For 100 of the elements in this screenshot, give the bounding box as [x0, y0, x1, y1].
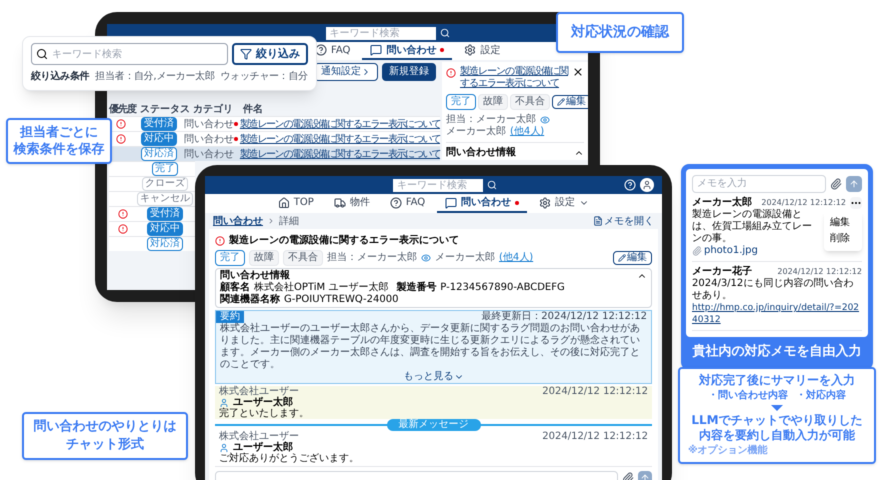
- subject-link[interactable]: 製造レーンの電源設備に関するエラー表示について: [240, 116, 440, 132]
- memo-link[interactable]: メモを開く: [593, 214, 654, 228]
- condition-text: 担当者：自分,メーカー太郎: [95, 70, 214, 84]
- memo-time: 2024/12/12 12:12:12: [777, 266, 862, 278]
- memo-caption: 貴社内の対応メモを自由入力: [692, 342, 862, 361]
- attachment-link[interactable]: photo1.jpg: [704, 245, 758, 257]
- user-name: ユーザー太郎: [233, 397, 293, 408]
- breadcrumb-link[interactable]: 問い合わせ: [213, 214, 263, 228]
- action-button[interactable]: 通知設定: [314, 63, 378, 81]
- table-row[interactable]: 対応中 問い合わせ 製造レーンの電源設備に関するエラー表示について: [109, 131, 440, 146]
- action-button[interactable]: 新規登録: [382, 63, 436, 81]
- nav-tab[interactable]: TOP: [270, 194, 322, 213]
- field-value: G-POIUYTREWQ-24000: [284, 294, 398, 306]
- nav-tab[interactable]: FAQ: [307, 42, 358, 60]
- table-row[interactable]: キャンセル: [109, 191, 195, 206]
- nav-tab[interactable]: 問い合わせ: [437, 194, 528, 213]
- table-row[interactable]: 対応中: [109, 221, 195, 236]
- watchers-text: メーカー太郎: [435, 253, 495, 263]
- status-badge: 対応中: [140, 132, 177, 146]
- message-text: 完了といたします。: [219, 408, 310, 419]
- eye-icon: [540, 115, 550, 125]
- alert-icon: [446, 68, 456, 78]
- status-badge: キャンセル: [137, 192, 193, 206]
- tag: 故障: [478, 94, 508, 110]
- detail-title: 製造レーンの電源設備に関するエラー表示について: [229, 234, 459, 248]
- message-time: 2024/12/12 12:12:12: [542, 431, 648, 442]
- close-icon[interactable]: [572, 66, 584, 78]
- home-icon: [278, 196, 290, 208]
- status-badge: 完了: [152, 162, 178, 176]
- conditions-label: 絞り込み条件: [31, 69, 90, 84]
- callout-item: ・問い合わせ内容: [708, 388, 788, 403]
- status-badge: クローズ: [142, 177, 188, 191]
- alert-icon: [215, 236, 225, 246]
- table-row[interactable]: クローズ: [109, 176, 195, 191]
- column-header: カテゴリ: [193, 102, 234, 116]
- callout-item: ・対応内容: [796, 388, 846, 403]
- search-icon[interactable]: [487, 180, 497, 190]
- company-name: 株式会社ユーザー: [219, 386, 299, 397]
- message-text: ご対応ありがとうございます。: [219, 453, 360, 464]
- watchers-link[interactable]: (他4人): [510, 126, 544, 138]
- edit-button[interactable]: 編集: [613, 251, 652, 265]
- search-icon[interactable]: [440, 28, 450, 38]
- assignee-text: 担当：メーカー太郎: [327, 253, 417, 263]
- menu-item[interactable]: 削除: [824, 231, 862, 247]
- keyword-field[interactable]: キーワード検索: [52, 46, 223, 62]
- callout-title: 対応完了後にサマリーを入力: [699, 373, 855, 388]
- memo-author: メーカー花子: [692, 266, 752, 278]
- pencil-icon: [618, 254, 626, 262]
- watchers-text: メーカー太郎: [446, 126, 506, 138]
- detail-title-link[interactable]: 製造レーンの電源設備に関するエラー表示について: [460, 66, 568, 90]
- nav-tab[interactable]: 設定: [456, 42, 508, 60]
- memo-link[interactable]: http://hmp.co.jp/inquiry/detail/?=20240312: [692, 302, 862, 326]
- condition-text: ウォッチャー：自分: [220, 70, 308, 84]
- paperclip-icon[interactable]: [830, 178, 842, 190]
- filter-icon: [240, 48, 252, 60]
- subject-link[interactable]: 製造レーンの電源設備に関するエラー表示について: [240, 132, 440, 146]
- pencil-icon: [557, 98, 565, 106]
- paperclip-icon: [692, 246, 702, 256]
- table-row[interactable]: 完了: [109, 161, 195, 176]
- callout-text: LLMでチャットでやり取りした: [691, 413, 863, 428]
- show-more-link[interactable]: もっと見る: [404, 371, 464, 383]
- menu-item[interactable]: 編集: [824, 215, 862, 231]
- arrow-up-icon: [640, 473, 650, 480]
- status-badge: 受付済: [140, 117, 177, 131]
- question-icon: [390, 196, 402, 208]
- field-label: 関連機器名称: [220, 294, 280, 306]
- nav-tab[interactable]: 問い合わせ: [362, 42, 452, 60]
- watchers-link[interactable]: (他4人): [499, 253, 534, 263]
- field-label: 製造番号: [396, 282, 436, 294]
- status-badge: 対応済: [147, 237, 183, 251]
- avatar-icon[interactable]: [640, 178, 654, 192]
- tag: 完了: [215, 250, 245, 266]
- nav-tab[interactable]: 物件: [326, 194, 378, 213]
- breadcrumb-current: 詳細: [279, 214, 299, 228]
- status-badge: 対応中: [147, 222, 183, 236]
- table-row[interactable]: 対応済: [109, 236, 195, 251]
- nav-tab[interactable]: 設定: [531, 194, 598, 213]
- more-icon[interactable]: [850, 197, 862, 209]
- table-row[interactable]: 受付済 問い合わせ 製造レーンの電源設備に関するエラー表示について: [109, 116, 440, 131]
- memo-time: 2024/12/12 12:12:12: [761, 197, 846, 208]
- search-field[interactable]: キーワード検索: [326, 26, 436, 40]
- summary-badge: 要約: [216, 311, 244, 323]
- field-value: P-1234567890-ABCDEFG: [440, 282, 565, 294]
- callout-note: ※オプション機能: [687, 443, 768, 458]
- search-field[interactable]: キーワード検索: [31, 43, 228, 65]
- subject-link[interactable]: 製造レーンの電源設備に関するエラー表示について: [240, 146, 440, 162]
- summary-text: 株式会社ユーザーのユーザー太郎さんから、データ更新に関するラグ問題のお問い合わせがありました。主に関連機器テーブルの年度変更時に生じる更新クエリによるラグが懸念されています。メーカー側のメーカー太郎さんは、調査を開始する旨をお伝えし、その後に対応完了とのことです。: [219, 323, 641, 371]
- edit-button[interactable]: 編集: [552, 95, 588, 109]
- table-row[interactable]: 受付済: [109, 206, 195, 221]
- table-row[interactable]: 対応済 問い合わせ 製造レーンの電源設備に関するエラー表示について: [109, 146, 440, 161]
- search-field[interactable]: キーワード検索: [393, 178, 483, 192]
- memo-text: 2024/3/12にも同じ内容の問い合わせあり。: [692, 278, 854, 302]
- memo-field[interactable]: メモを入力: [692, 175, 826, 193]
- down-triangle-icon: [771, 405, 783, 411]
- tag: 不具合: [510, 94, 550, 110]
- help-icon[interactable]: [624, 179, 636, 191]
- nav-tab[interactable]: FAQ: [382, 194, 434, 213]
- section-title: 問い合わせ情報: [446, 146, 516, 160]
- document-icon: [593, 216, 603, 226]
- filter-button[interactable]: 絞り込み: [232, 43, 308, 65]
